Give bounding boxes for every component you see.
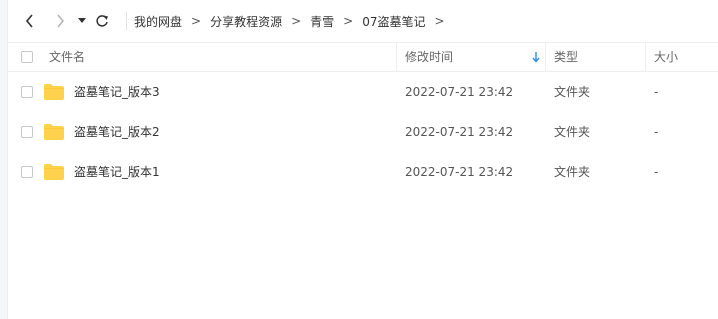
chevron-left-icon [25, 14, 33, 28]
folder-icon [44, 84, 64, 100]
breadcrumb-item-qingxue[interactable]: 青雪 [310, 13, 334, 30]
folder-icon [44, 124, 64, 140]
file-size: - [654, 85, 659, 99]
file-size: - [654, 125, 659, 139]
toolbar-divider [126, 12, 127, 30]
file-name[interactable]: 盗墓笔记_版本1 [74, 152, 160, 192]
file-modified-time: 2022-07-21 23:42 [405, 85, 514, 99]
select-all-checkbox[interactable] [21, 51, 33, 63]
refresh-button[interactable] [93, 12, 111, 30]
column-header-size[interactable]: 大小 [654, 43, 678, 71]
breadcrumb-separator: > [343, 14, 354, 28]
column-header-name[interactable]: 文件名 [49, 43, 85, 71]
toolbar: 我的网盘 > 分享教程资源 > 青雪 > 07盗墓笔记 > [7, 0, 718, 42]
column-divider[interactable] [396, 43, 397, 71]
file-name[interactable]: 盗墓笔记_版本2 [74, 112, 160, 152]
sort-down-arrow-icon[interactable] [531, 50, 541, 64]
breadcrumb-item-shared-resources[interactable]: 分享教程资源 [210, 13, 282, 30]
column-header-type[interactable]: 类型 [554, 43, 578, 71]
file-list-header: 文件名 修改时间 类型 大小 [7, 42, 718, 72]
breadcrumb: 我的网盘 > 分享教程资源 > 青雪 > 07盗墓笔记 > [134, 0, 454, 42]
history-dropdown-button[interactable] [73, 12, 91, 30]
breadcrumb-item-current-folder[interactable]: 07盗墓笔记 [362, 13, 425, 30]
file-size: - [654, 165, 659, 179]
refresh-icon [96, 15, 108, 27]
table-row[interactable]: 盗墓笔记_版本3 2022-07-21 23:42 文件夹 - [7, 72, 718, 112]
file-modified-time: 2022-07-21 23:42 [405, 165, 514, 179]
file-type: 文件夹 [554, 125, 591, 139]
row-checkbox[interactable] [21, 166, 33, 178]
row-checkbox[interactable] [21, 86, 33, 98]
column-divider[interactable] [645, 43, 646, 71]
row-checkbox[interactable] [21, 126, 33, 138]
column-header-modified[interactable]: 修改时间 [405, 43, 453, 71]
caret-down-icon [78, 18, 86, 23]
breadcrumb-separator: > [191, 14, 202, 28]
forward-button[interactable] [51, 12, 69, 30]
file-type: 文件夹 [554, 85, 591, 99]
file-type: 文件夹 [554, 165, 591, 179]
breadcrumb-item-my-drive[interactable]: 我的网盘 [134, 13, 182, 30]
chevron-right-icon [57, 14, 65, 28]
breadcrumb-separator: > [434, 14, 445, 28]
breadcrumb-separator: > [291, 14, 302, 28]
table-row[interactable]: 盗墓笔记_版本2 2022-07-21 23:42 文件夹 - [7, 112, 718, 152]
column-divider[interactable] [545, 43, 546, 71]
folder-icon [44, 164, 64, 180]
file-name[interactable]: 盗墓笔记_版本3 [74, 72, 160, 112]
back-button[interactable] [21, 12, 39, 30]
table-row[interactable]: 盗墓笔记_版本1 2022-07-21 23:42 文件夹 - [7, 152, 718, 192]
file-modified-time: 2022-07-21 23:42 [405, 125, 514, 139]
